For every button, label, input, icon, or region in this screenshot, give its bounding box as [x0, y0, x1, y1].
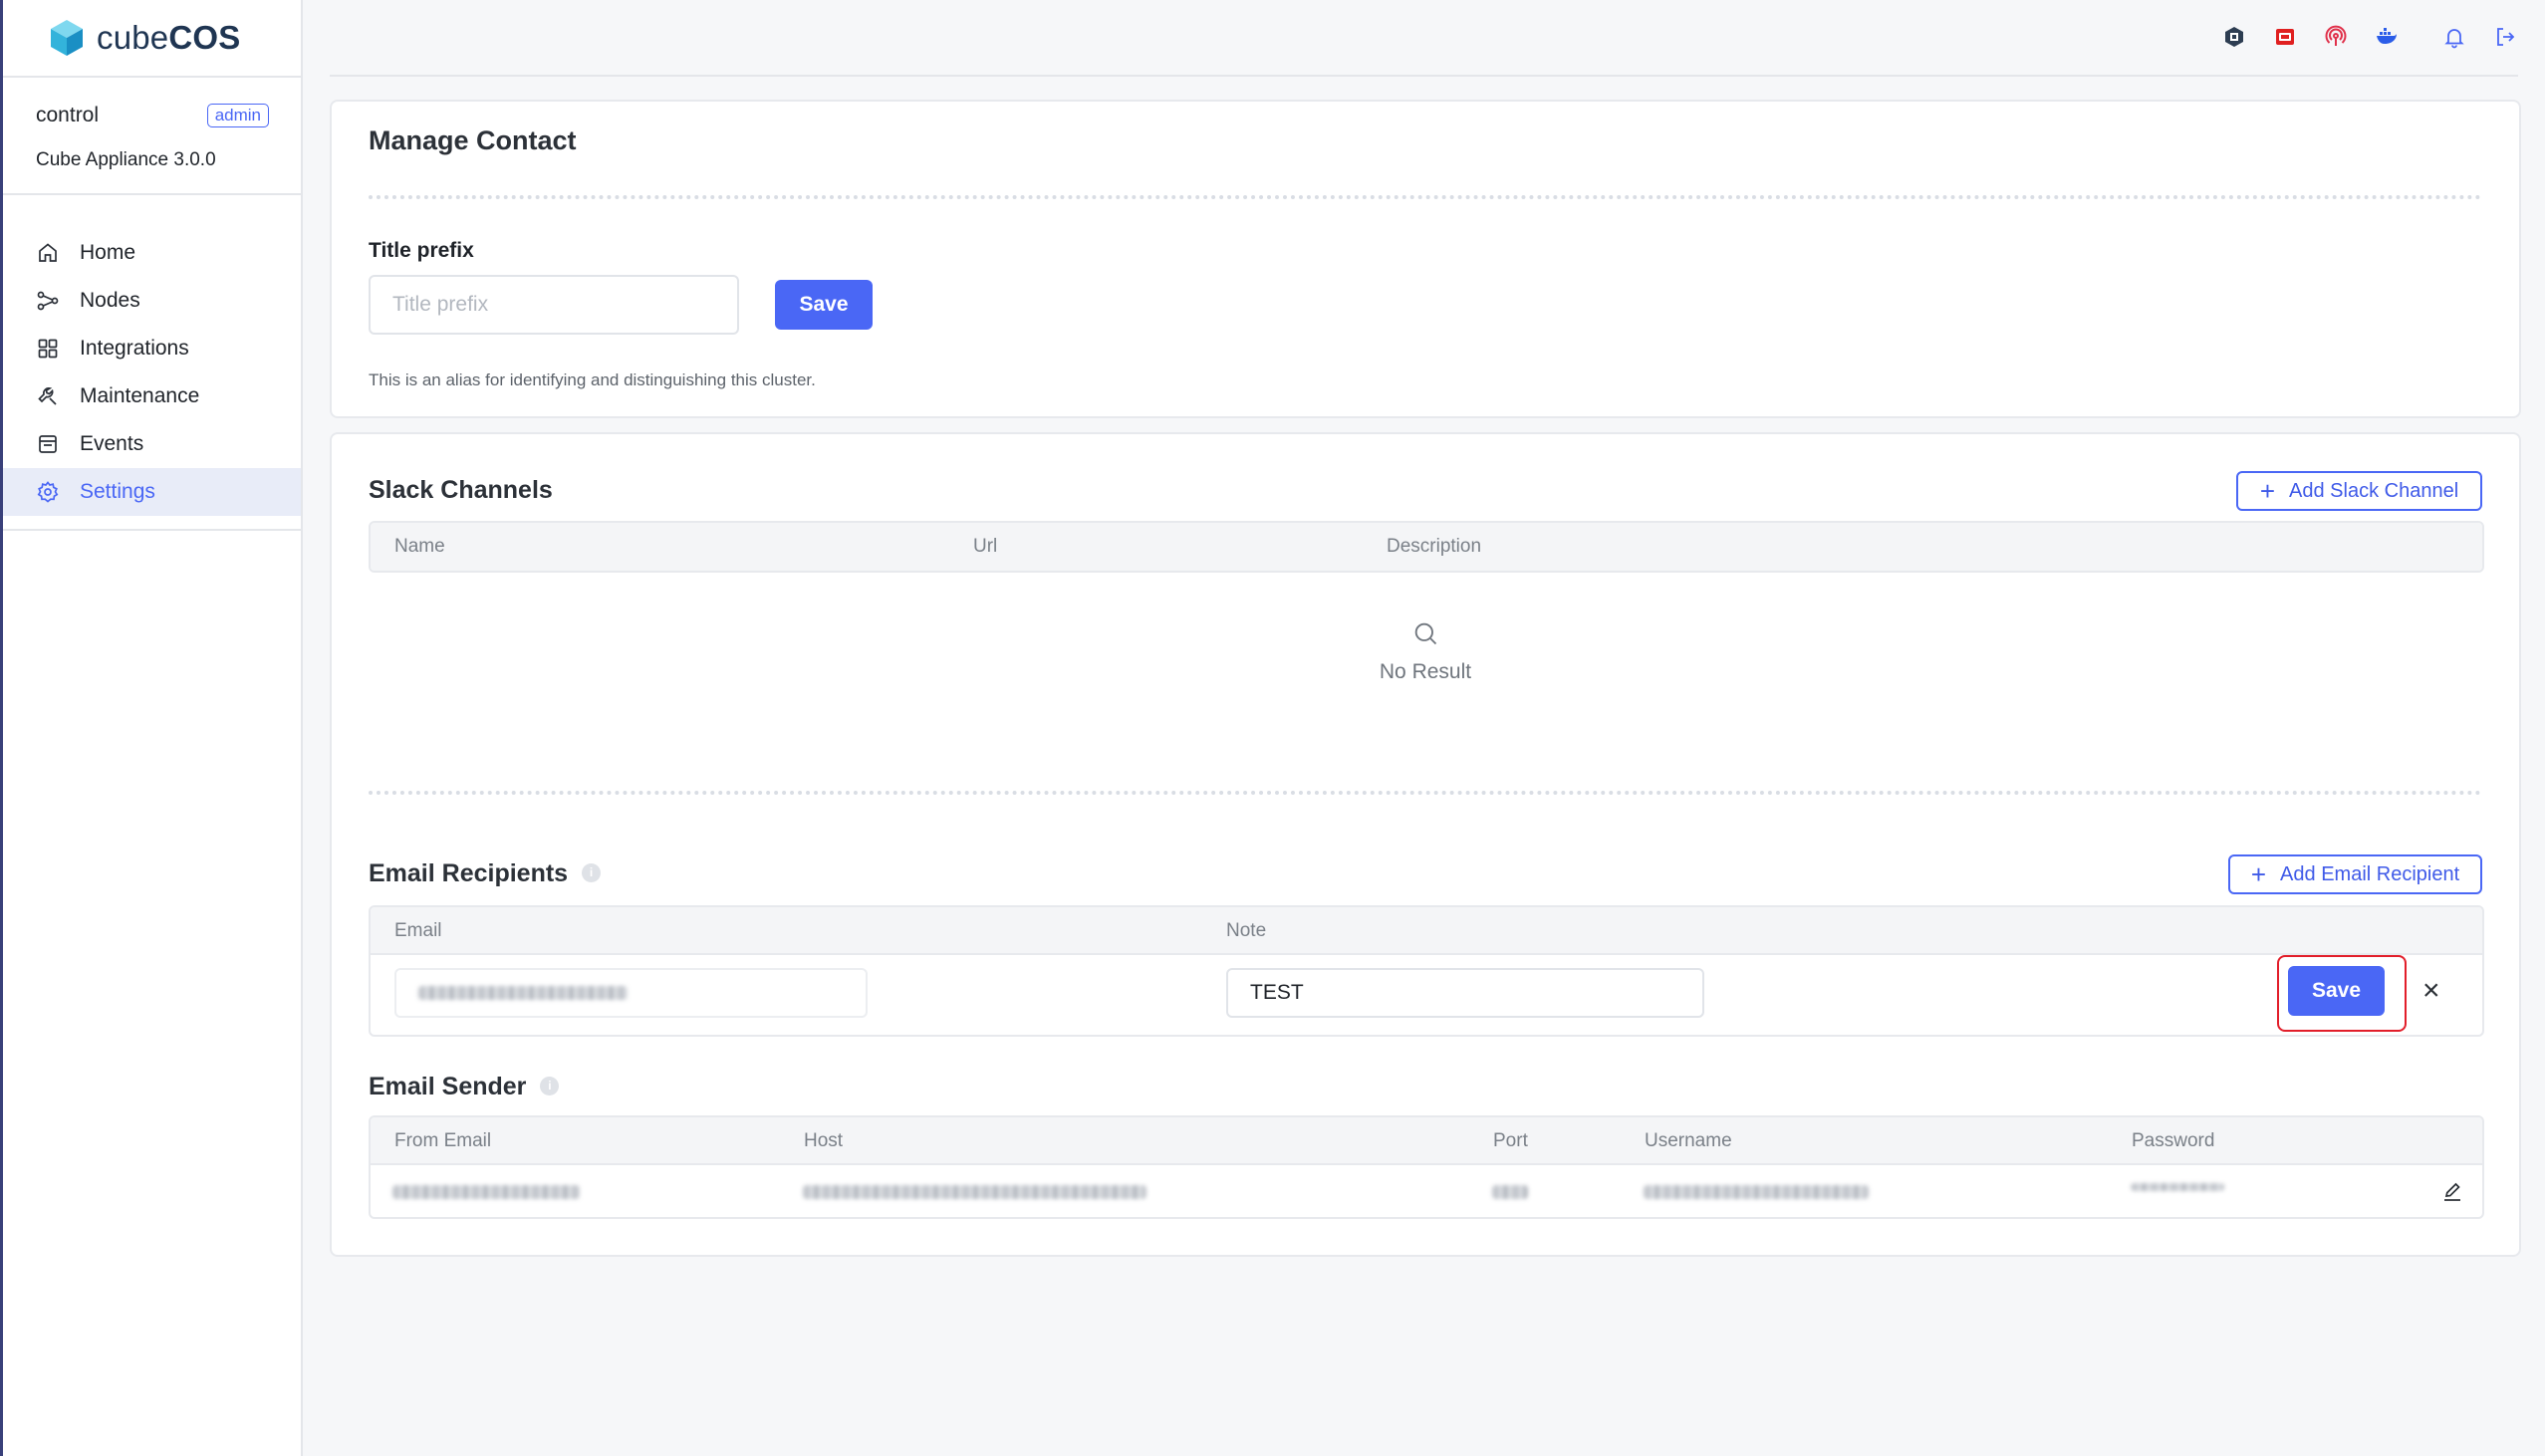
add-email-recipient-label: Add Email Recipient: [2280, 862, 2460, 885]
sidebar-item-label: Integrations: [80, 337, 189, 360]
maintenance-icon: [38, 387, 57, 405]
redacted-from-email: [392, 1185, 580, 1199]
brand-name: cubeCOS: [97, 19, 241, 56]
no-result-text: No Result: [1379, 660, 1472, 683]
column-url: Url: [973, 536, 998, 557]
column-name: Name: [394, 536, 445, 557]
sidebar-item-home[interactable]: Home: [3, 229, 301, 277]
integrations-icon: [38, 339, 58, 359]
column-password: Password: [2132, 1130, 2215, 1151]
masked-password: [2131, 1183, 2224, 1191]
info-icon[interactable]: [582, 862, 602, 882]
close-icon[interactable]: ×: [2422, 976, 2440, 1006]
slack-channels-title: Slack Channels: [369, 476, 553, 504]
sidebar-item-label: Maintenance: [80, 384, 200, 407]
column-username: Username: [1645, 1130, 1732, 1151]
podcast-icon[interactable]: [2323, 24, 2349, 50]
table-row: [371, 1165, 2482, 1217]
bell-icon[interactable]: [2441, 24, 2467, 50]
top-bar-icons: [2196, 24, 2518, 50]
email-recipients-table: Email Note TEST Save ×: [369, 905, 2484, 1037]
table-header: Email Note: [371, 907, 2482, 955]
recipient-note-input[interactable]: TEST: [1226, 968, 1704, 1018]
sidebar-nav: Home Nodes Integrations Maintenance Even…: [3, 195, 301, 516]
search-icon: [1414, 622, 1437, 645]
redacted-email: [418, 986, 628, 1000]
email-sender-title: Email Sender: [369, 1073, 560, 1101]
sidebar-item-events[interactable]: Events: [3, 420, 301, 468]
slack-empty-state: No Result: [332, 619, 2519, 684]
redacted-host: [803, 1185, 1146, 1199]
column-email: Email: [394, 920, 442, 941]
table-header: From Email Host Port Username Password: [371, 1117, 2482, 1165]
slack-channels-table: Name Url Description: [369, 521, 2484, 573]
redacted-username: [1644, 1185, 1869, 1199]
page-title: Manage Contact: [369, 125, 577, 155]
gear-icon: [37, 481, 59, 503]
plus-icon: +: [2259, 476, 2276, 506]
sidebar-item-nodes[interactable]: Nodes: [3, 277, 301, 325]
appliance-version: Cube Appliance 3.0.0: [36, 149, 216, 170]
notification-card: Slack Channels + Add Slack Channel Name …: [330, 432, 2521, 1257]
recipient-save-button[interactable]: Save: [2288, 966, 2385, 1016]
sidebar-item-settings[interactable]: Settings: [3, 468, 301, 516]
add-email-recipient-button[interactable]: + Add Email Recipient: [2228, 854, 2482, 894]
edit-icon[interactable]: [2440, 1180, 2464, 1204]
docker-icon[interactable]: [2374, 24, 2400, 50]
account-panel: control admin Cube Appliance 3.0.0: [3, 78, 301, 195]
redacted-port: [1492, 1185, 1528, 1199]
title-prefix-save-button[interactable]: Save: [775, 280, 873, 330]
sidebar: cubeCOS control admin Cube Appliance 3.0…: [3, 0, 303, 1456]
email-recipients-title: Email Recipients: [369, 859, 602, 888]
events-icon: [39, 435, 57, 453]
table-header: Name Url Description: [371, 523, 2482, 571]
section-divider: [369, 195, 2482, 199]
redhat-icon[interactable]: [2272, 24, 2298, 50]
role-badge: admin: [206, 104, 269, 127]
plus-icon: +: [2250, 859, 2267, 889]
sidebar-item-label: Settings: [80, 480, 155, 503]
sidebar-item-maintenance[interactable]: Maintenance: [3, 372, 301, 420]
sidebar-item-label: Events: [80, 432, 144, 455]
sidebar-divider: [3, 529, 301, 531]
section-divider: [369, 791, 2482, 795]
column-from-email: From Email: [394, 1130, 492, 1151]
top-bar: [330, 0, 2518, 77]
title-prefix-label: Title prefix: [369, 239, 474, 262]
manage-contact-card: Manage Contact Title prefix Title prefix…: [330, 100, 2521, 418]
brand[interactable]: cubeCOS: [3, 0, 301, 78]
title-prefix-input[interactable]: Title prefix: [369, 275, 739, 335]
column-description: Description: [1387, 536, 1482, 557]
cube-logo-icon: [51, 20, 83, 56]
sidebar-item-label: Home: [80, 241, 136, 264]
add-slack-channel-label: Add Slack Channel: [2289, 479, 2459, 502]
home-icon: [39, 243, 57, 262]
add-slack-channel-button[interactable]: + Add Slack Channel: [2236, 471, 2482, 511]
recipient-email-input[interactable]: [394, 968, 868, 1018]
title-prefix-hint: This is an alias for identifying and dis…: [369, 370, 816, 389]
sidebar-item-label: Nodes: [80, 289, 140, 312]
nodes-icon: [37, 291, 59, 311]
column-note: Note: [1226, 920, 1267, 941]
email-sender-table: From Email Host Port Username Password: [369, 1115, 2484, 1219]
column-port: Port: [1493, 1130, 1528, 1151]
sidebar-item-integrations[interactable]: Integrations: [3, 325, 301, 372]
column-host: Host: [804, 1130, 844, 1151]
logout-icon[interactable]: [2492, 24, 2518, 50]
openstack-icon[interactable]: [2221, 24, 2247, 50]
info-icon[interactable]: [540, 1076, 560, 1095]
table-row: TEST Save ×: [371, 955, 2482, 1035]
